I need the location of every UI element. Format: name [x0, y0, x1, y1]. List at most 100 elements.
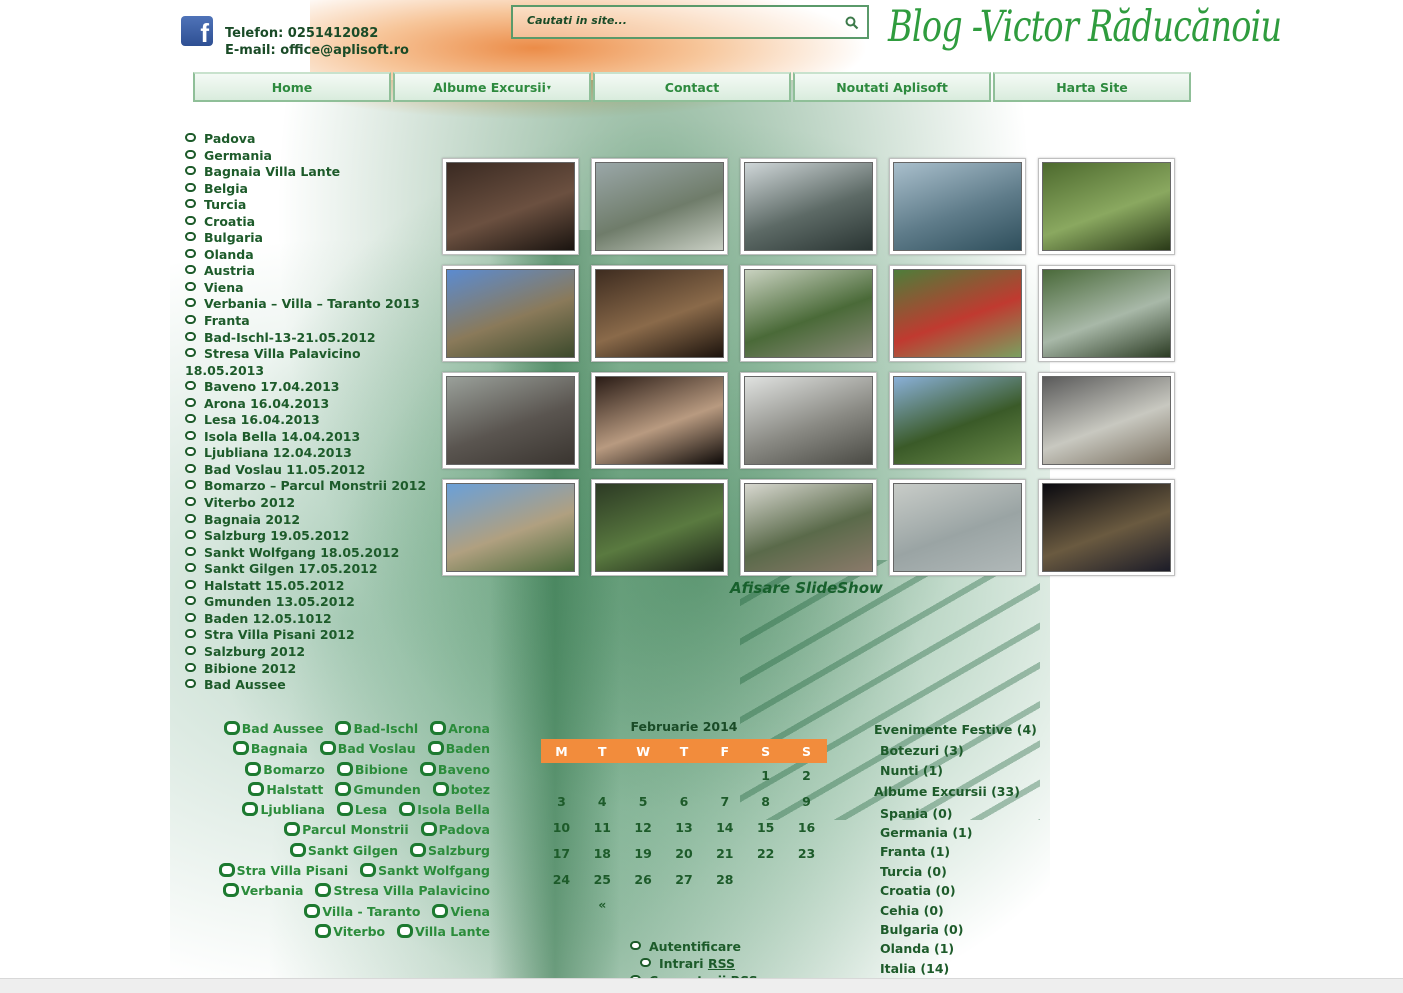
photo-thumbnail[interactable] [740, 372, 877, 469]
tag-link[interactable]: botez [432, 780, 490, 799]
photo-thumbnail[interactable] [1038, 372, 1175, 469]
album-list-item[interactable]: Bulgaria [185, 230, 435, 247]
photo-thumbnail[interactable] [591, 372, 728, 469]
photo-thumbnail[interactable] [740, 158, 877, 255]
tag-link[interactable]: Halstatt [248, 780, 323, 799]
subcategory-item[interactable]: Turcia (0) [874, 862, 1074, 881]
album-list-item[interactable]: Salzburg 2012 [185, 644, 435, 661]
tag-link[interactable]: Verbania [222, 881, 303, 900]
subcategory-item[interactable]: Bulgaria (0) [874, 920, 1074, 939]
album-list-item[interactable]: Bad-Ischl-13-21.05.2012 [185, 330, 435, 347]
subcategory-item[interactable]: Spania (0) [874, 804, 1074, 823]
tag-link[interactable]: Villa Lante [397, 922, 490, 941]
tag-link[interactable]: Viena [432, 902, 490, 921]
photo-thumbnail[interactable] [591, 265, 728, 362]
album-list-item[interactable]: Gmunden 13.05.2012 [185, 594, 435, 611]
calendar-prev-link[interactable]: « [582, 892, 623, 918]
horizontal-scrollbar[interactable] [0, 978, 1403, 993]
album-list-item[interactable]: Ljubliana 12.04.2013 [185, 445, 435, 462]
album-list-item[interactable]: Viterbo 2012 [185, 495, 435, 512]
tag-link[interactable]: Baveno [419, 760, 490, 779]
photo-thumbnail[interactable] [889, 372, 1026, 469]
nav-albume-excursii[interactable]: Albume Excursii▾ [393, 72, 591, 102]
tag-link[interactable]: Bad Aussee [223, 719, 323, 738]
album-list-item[interactable]: Bad Aussee [185, 677, 435, 694]
photo-thumbnail[interactable] [442, 479, 579, 576]
tag-link[interactable]: Parcul Monstrii [284, 820, 409, 839]
tag-link[interactable]: Bad Voslau [319, 739, 416, 758]
tag-link[interactable]: Bagnaia [232, 739, 308, 758]
entries-rss-link[interactable]: Intrari RSS [630, 955, 758, 972]
blog-title[interactable]: Blog -Victor Răducănoiu [888, 2, 1282, 52]
tag-link[interactable]: Salzburg [410, 841, 490, 860]
album-list-item[interactable]: Bagnaia Villa Lante [185, 164, 435, 181]
tag-link[interactable]: Padova [420, 820, 490, 839]
tag-link[interactable]: Stra Villa Pisani [218, 861, 348, 880]
album-list-item[interactable]: Verbania – Villa – Taranto 2013 [185, 296, 435, 313]
subcategory-item[interactable]: Nunti (1) [874, 761, 1074, 780]
photo-thumbnail[interactable] [442, 158, 579, 255]
photo-thumbnail[interactable] [591, 158, 728, 255]
photo-thumbnail[interactable] [442, 372, 579, 469]
album-list-item[interactable]: Croatia [185, 214, 435, 231]
album-list-item[interactable]: Bad Voslau 11.05.2012 [185, 462, 435, 479]
photo-thumbnail[interactable] [889, 158, 1026, 255]
subcategory-item[interactable]: Germania (1) [874, 823, 1074, 842]
tag-link[interactable]: Gmunden [335, 780, 421, 799]
photo-thumbnail[interactable] [1038, 479, 1175, 576]
album-list-item[interactable]: Bibione 2012 [185, 661, 435, 678]
album-list-item[interactable]: Sankt Gilgen 17.05.2012 [185, 561, 435, 578]
album-list-item[interactable]: Halstatt 15.05.2012 [185, 578, 435, 595]
album-list-item[interactable]: Bagnaia 2012 [185, 512, 435, 529]
subcategory-item[interactable]: Italia (14) [874, 959, 1074, 978]
subcategory-item[interactable]: Olanda (1) [874, 939, 1074, 958]
category-item[interactable]: Albume Excursii (33) [874, 782, 1074, 801]
album-list-item[interactable]: Austria [185, 263, 435, 280]
subcategory-item[interactable]: Botezuri (3) [874, 741, 1074, 760]
tag-link[interactable]: Stresa Villa Palavicino [315, 881, 490, 900]
album-list-item[interactable]: Baden 12.05.1012 [185, 611, 435, 628]
album-list-item[interactable]: Franta [185, 313, 435, 330]
tag-link[interactable]: Baden [427, 739, 490, 758]
photo-thumbnail[interactable] [740, 479, 877, 576]
subcategory-item[interactable]: Croatia (0) [874, 881, 1074, 900]
tag-link[interactable]: Bibione [336, 760, 408, 779]
nav-noutati-aplisoft[interactable]: Noutati Aplisoft [793, 72, 991, 102]
album-list-item[interactable]: Bomarzo – Parcul Monstrii 2012 [185, 478, 435, 495]
nav-home[interactable]: Home [193, 72, 391, 102]
slideshow-link[interactable]: Afisare SlideShow [730, 579, 883, 597]
tag-link[interactable]: Isola Bella [399, 800, 490, 819]
photo-thumbnail[interactable] [740, 265, 877, 362]
album-list-item[interactable]: Olanda [185, 247, 435, 264]
tag-link[interactable]: Sankt Gilgen [289, 841, 398, 860]
album-list-item[interactable]: Baveno 17.04.2013 [185, 379, 435, 396]
photo-thumbnail[interactable] [591, 479, 728, 576]
album-list-item[interactable]: Salzburg 19.05.2012 [185, 528, 435, 545]
search-icon[interactable] [845, 16, 859, 30]
tag-link[interactable]: Viterbo [315, 922, 385, 941]
nav-harta-site[interactable]: Harta Site [993, 72, 1191, 102]
album-list-item[interactable]: Germania [185, 148, 435, 165]
category-item[interactable]: Evenimente Festive (4) [874, 720, 1074, 739]
album-list-item[interactable]: Arona 16.04.2013 [185, 396, 435, 413]
album-list-item[interactable]: Isola Bella 14.04.2013 [185, 429, 435, 446]
album-list-item[interactable]: Turcia [185, 197, 435, 214]
tag-link[interactable]: Lesa [336, 800, 387, 819]
login-link[interactable]: Autentificare [630, 938, 758, 955]
search-input[interactable] [525, 13, 829, 28]
album-list-item[interactable]: Belgia [185, 181, 435, 198]
subcategory-item[interactable]: Franta (1) [874, 842, 1074, 861]
tag-link[interactable]: Arona [430, 719, 490, 738]
album-list-item[interactable]: Stra Villa Pisani 2012 [185, 627, 435, 644]
album-list-item[interactable]: Viena [185, 280, 435, 297]
photo-thumbnail[interactable] [889, 479, 1026, 576]
album-list-item[interactable]: Padova [185, 131, 435, 148]
album-list-item[interactable]: Stresa Villa Palavicino 18.05.2013 [185, 346, 435, 379]
album-list-item[interactable]: Lesa 16.04.2013 [185, 412, 435, 429]
album-list-item[interactable]: Sankt Wolfgang 18.05.2012 [185, 545, 435, 562]
photo-thumbnail[interactable] [1038, 265, 1175, 362]
tag-link[interactable]: Bad-Ischl [335, 719, 418, 738]
photo-thumbnail[interactable] [1038, 158, 1175, 255]
photo-thumbnail[interactable] [442, 265, 579, 362]
tag-link[interactable]: Ljubliana [242, 800, 325, 819]
